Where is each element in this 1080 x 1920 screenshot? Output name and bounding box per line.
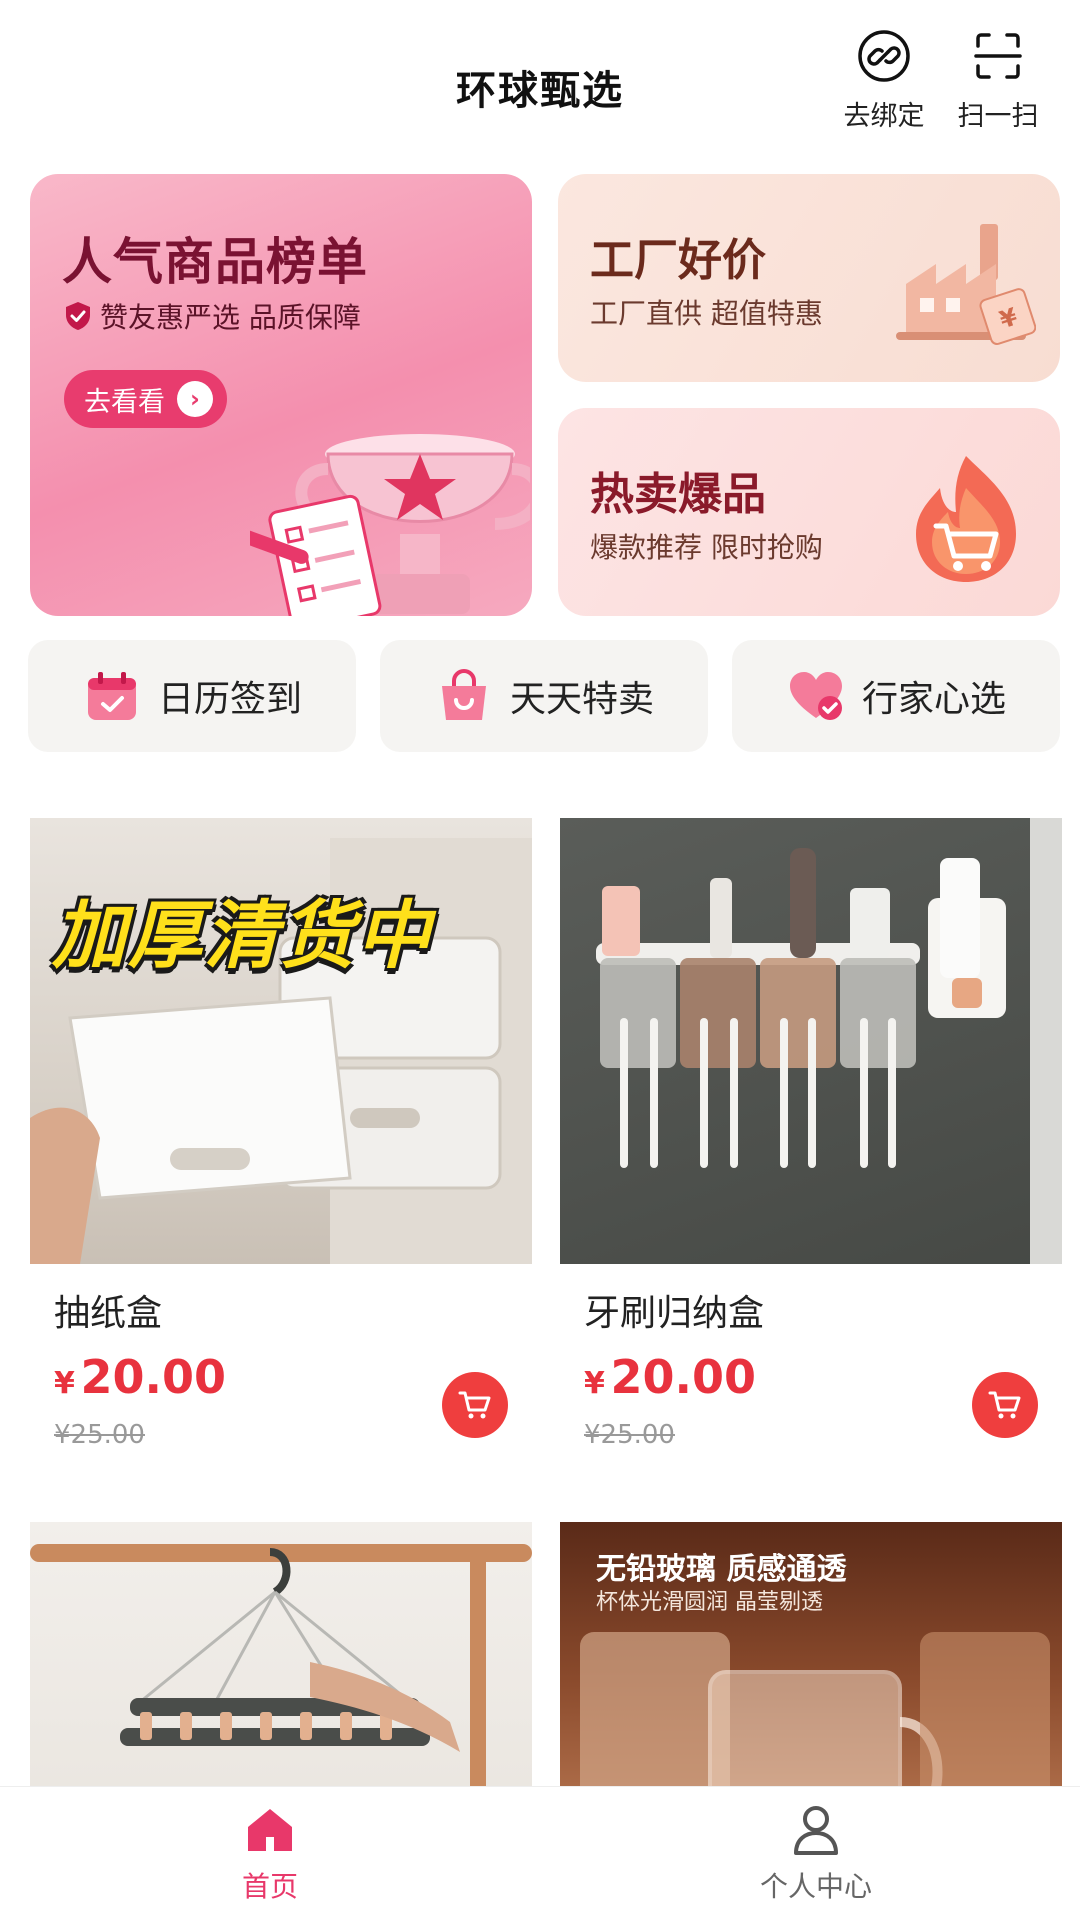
shopping-bag-icon: [441, 669, 486, 720]
bottom-navigation: 首页 个人中心: [0, 1786, 1080, 1920]
hot-title: 热卖爆品: [590, 469, 766, 520]
scan-label: 扫一扫: [957, 101, 1039, 132]
promo-text: 加厚清货中: [52, 893, 432, 979]
top-header: 环球甄选 去绑定 扫一扫: [0, 0, 1080, 160]
heart-check-icon: [789, 672, 842, 720]
product-name: 抽纸盒: [54, 1293, 163, 1334]
chevron-right-icon: ›: [177, 381, 213, 417]
product-image[interactable]: [560, 818, 1062, 1264]
product-price: ¥ 20.00: [584, 1350, 756, 1404]
product-image[interactable]: 加厚清货中: [30, 818, 532, 1264]
product-card[interactable]: 加厚清货中 抽纸盒 ¥ 20.00 ¥25.00: [30, 818, 532, 1450]
nav-profile[interactable]: 个人中心: [716, 1801, 916, 1905]
nav-home-label: 首页: [241, 1870, 298, 1903]
expert-picks-tile[interactable]: 行家心选: [732, 640, 1060, 752]
product-card[interactable]: 牙刷归纳盒 ¥ 20.00 ¥25.00: [560, 818, 1062, 1450]
price-value: 20.00: [80, 1350, 226, 1404]
tile-label: 天天特卖: [509, 679, 654, 720]
factory-icon: ¥: [896, 224, 1036, 345]
bind-button[interactable]: 去绑定: [834, 28, 934, 133]
nav-profile-label: 个人中心: [759, 1870, 872, 1903]
user-icon: [794, 1806, 838, 1855]
shield-check-icon: [66, 302, 90, 330]
original-price: ¥25.00: [584, 1420, 675, 1450]
home-icon: [248, 1809, 292, 1851]
add-to-cart-button[interactable]: [972, 1372, 1038, 1438]
link-icon: [858, 30, 910, 82]
add-to-cart-button[interactable]: [442, 1372, 508, 1438]
factory-price-banner[interactable]: 工厂好价 工厂直供 超值特惠 ¥: [558, 174, 1060, 382]
ranking-subtitle: 赞友惠严选 品质保障: [100, 301, 361, 334]
promo-title: 无铅玻璃 质感通透: [596, 1552, 847, 1587]
trophy-illustration: [250, 434, 530, 616]
factory-title: 工厂好价: [590, 235, 766, 286]
tile-label: 行家心选: [861, 679, 1006, 720]
hot-subtitle: 爆款推荐 限时抢购: [590, 531, 823, 564]
nav-home[interactable]: 首页: [170, 1801, 370, 1905]
calendar-check-icon: [87, 672, 136, 720]
scan-icon: [974, 33, 1022, 79]
ranking-banner[interactable]: 人气商品榜单 赞友惠严选 品质保障 去看看 ›: [30, 174, 532, 616]
product-price: ¥ 20.00: [54, 1350, 226, 1404]
original-price: ¥25.00: [54, 1420, 145, 1450]
promo-subtitle: 杯体光滑圆润 晶莹剔透: [596, 1590, 823, 1615]
price-currency: ¥: [584, 1366, 605, 1401]
bind-label: 去绑定: [843, 101, 925, 132]
price-value: 20.00: [610, 1350, 756, 1404]
cart-icon: [988, 1391, 1021, 1419]
cart-icon: [458, 1391, 491, 1419]
hot-sale-banner[interactable]: 热卖爆品 爆款推荐 限时抢购: [558, 408, 1060, 616]
factory-subtitle: 工厂直供 超值特惠: [590, 297, 823, 330]
toothbrush-holder-photo-art: [596, 818, 1062, 1264]
scan-button[interactable]: 扫一扫: [948, 28, 1048, 133]
price-currency: ¥: [54, 1366, 75, 1401]
flame-cart-icon: [916, 456, 1016, 582]
view-ranking-label: 去看看: [84, 386, 165, 418]
ranking-subtitle-row: 赞友惠严选 品质保障: [64, 296, 361, 336]
calendar-checkin-tile[interactable]: 日历签到: [28, 640, 356, 752]
view-ranking-button[interactable]: 去看看 ›: [64, 370, 227, 428]
daily-deals-tile[interactable]: 天天特卖: [380, 640, 708, 752]
product-name: 牙刷归纳盒: [584, 1293, 765, 1334]
ranking-title: 人气商品榜单: [62, 233, 368, 291]
tile-label: 日历签到: [157, 679, 302, 720]
